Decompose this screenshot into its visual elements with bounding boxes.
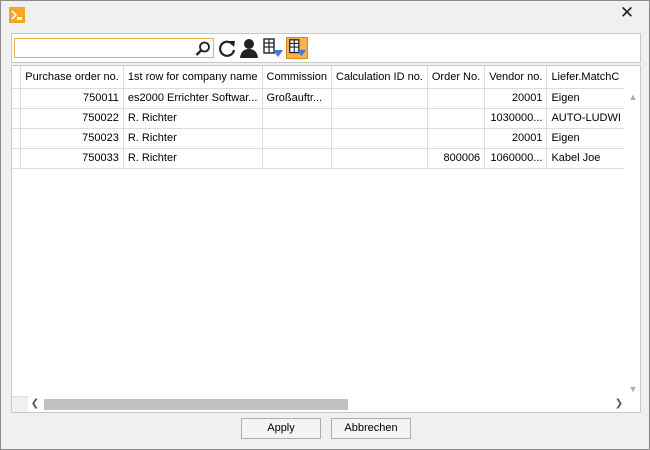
calculation-id-cell[interactable] (331, 108, 428, 129)
vendor-no-cell[interactable]: 1060000... (484, 148, 548, 169)
purchase-order-no-cell[interactable]: 750033 (20, 148, 124, 169)
horizontal-scroll-thumb[interactable] (44, 399, 348, 410)
cancel-button[interactable]: Abbrechen (331, 418, 411, 439)
commission-cell[interactable] (262, 108, 333, 129)
table-row[interactable]: 750023 R. Richter 20001 Eigen (12, 128, 626, 149)
commission-cell[interactable] (262, 148, 333, 169)
calculation-id-cell[interactable] (331, 88, 428, 109)
search-input[interactable] (15, 39, 193, 57)
row-indicator[interactable] (12, 128, 22, 149)
filter-grid-active-icon[interactable] (286, 37, 308, 59)
column-header-liefer-matchcode[interactable]: Liefer.MatchC (546, 66, 626, 89)
grid-viewport: Purchase order no. 1st row for company n… (12, 66, 626, 394)
company-name-cell[interactable]: es2000 Errichter Softwar... (123, 88, 263, 109)
app-icon (9, 7, 25, 23)
company-name-cell[interactable]: R. Richter (123, 128, 263, 149)
header-row: Purchase order no. 1st row for company n… (12, 66, 626, 89)
scrollbar-corner (12, 396, 28, 412)
horizontal-scrollbar[interactable]: ❮ ❯ (28, 396, 626, 412)
purchase-order-no-cell[interactable]: 750023 (20, 128, 124, 149)
column-header-commission[interactable]: Commission (262, 66, 333, 89)
search-box (14, 38, 214, 58)
commission-cell[interactable] (262, 128, 333, 149)
close-icon[interactable]: ✕ (619, 4, 635, 22)
scroll-left-icon[interactable]: ❮ (28, 396, 42, 412)
dialog-window: ✕ Purchase order no. 1st row for company… (0, 0, 650, 450)
refresh-icon[interactable] (216, 37, 238, 59)
vertical-scrollbar[interactable]: ▲ ▼ (624, 66, 640, 396)
liefer-matchcode-cell[interactable]: AUTO-LUDWI (546, 108, 626, 129)
order-no-cell[interactable]: 800006 (427, 148, 486, 169)
column-header-company-name[interactable]: 1st row for company name (123, 66, 263, 89)
purchase-order-no-cell[interactable]: 750011 (20, 88, 124, 109)
row-indicator[interactable] (12, 108, 22, 129)
table-row[interactable]: 750033 R. Richter 800006 1060000... Kabe… (12, 148, 626, 169)
column-header-order-no[interactable]: Order No. (427, 66, 486, 89)
company-name-cell[interactable]: R. Richter (123, 108, 263, 129)
table-row[interactable]: 750022 R. Richter 1030000... AUTO-LUDWI (12, 108, 626, 129)
vendor-no-cell[interactable]: 20001 (484, 88, 548, 109)
vendor-no-cell[interactable]: 1030000... (484, 108, 548, 129)
results-table: Purchase order no. 1st row for company n… (12, 66, 626, 169)
liefer-matchcode-cell[interactable]: Kabel Joe (546, 148, 626, 169)
user-icon[interactable] (238, 37, 260, 59)
title-bar: ✕ (1, 1, 649, 27)
calculation-id-cell[interactable] (331, 148, 428, 169)
row-indicator-header (12, 66, 22, 89)
company-name-cell[interactable]: R. Richter (123, 148, 263, 169)
commission-cell[interactable]: Großauftr... (262, 88, 333, 109)
table-row[interactable]: 750011 es2000 Errichter Softwar... Großa… (12, 88, 626, 109)
liefer-matchcode-cell[interactable]: Eigen (546, 128, 626, 149)
toolbar (11, 33, 641, 63)
column-header-calculation-id[interactable]: Calculation ID no. (331, 66, 428, 89)
order-no-cell[interactable] (427, 128, 486, 149)
column-header-vendor-no[interactable]: Vendor no. (484, 66, 548, 89)
scroll-up-icon[interactable]: ▲ (625, 90, 640, 104)
search-icon[interactable] (194, 40, 212, 58)
purchase-order-no-cell[interactable]: 750022 (20, 108, 124, 129)
column-header-purchase-order-no[interactable]: Purchase order no. (20, 66, 124, 89)
vendor-no-cell[interactable]: 20001 (484, 128, 548, 149)
row-indicator[interactable] (12, 88, 22, 109)
order-no-cell[interactable] (427, 88, 486, 109)
order-no-cell[interactable] (427, 108, 486, 129)
scroll-down-icon[interactable]: ▼ (625, 382, 640, 396)
apply-button[interactable]: Apply (241, 418, 321, 439)
calculation-id-cell[interactable] (331, 128, 428, 149)
row-indicator[interactable] (12, 148, 22, 169)
liefer-matchcode-cell[interactable]: Eigen (546, 88, 626, 109)
filter-grid-icon[interactable] (262, 37, 284, 59)
scroll-right-icon[interactable]: ❯ (612, 396, 626, 412)
data-grid: Purchase order no. 1st row for company n… (11, 65, 641, 413)
